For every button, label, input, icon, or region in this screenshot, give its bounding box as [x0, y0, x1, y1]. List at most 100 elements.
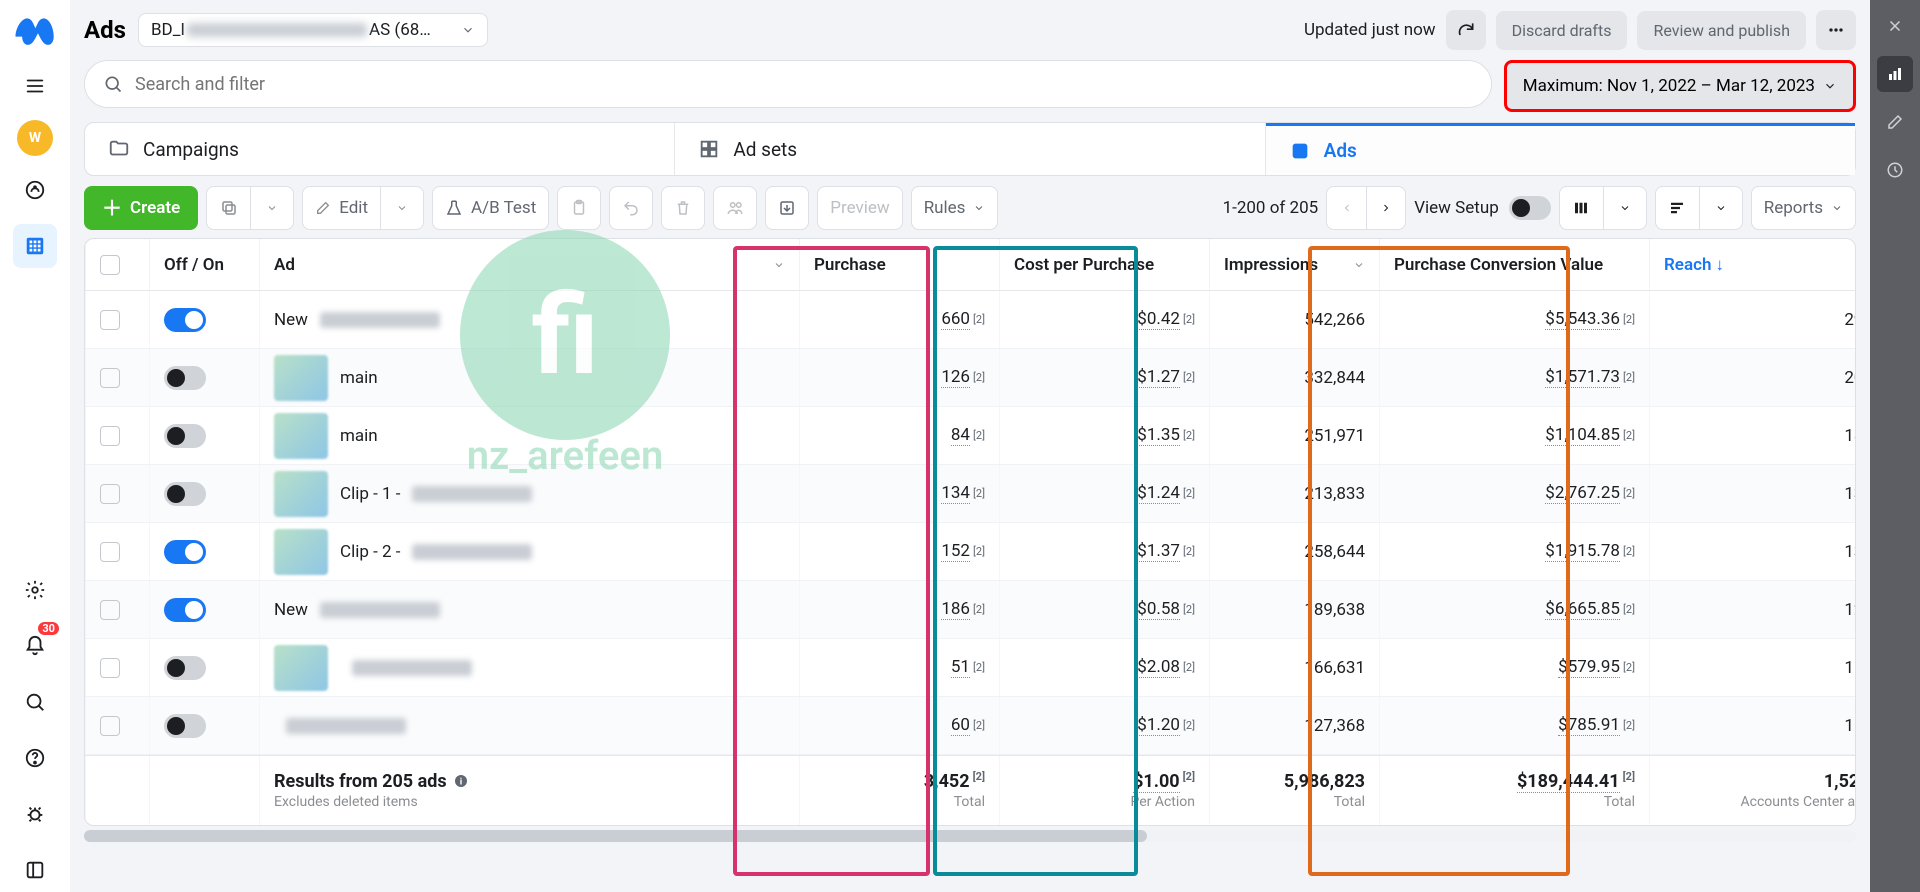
row-checkbox[interactable]	[100, 310, 120, 330]
row-toggle[interactable]	[164, 424, 206, 448]
reports-button[interactable]: Reports	[1751, 186, 1856, 230]
cpp-cell: $0.42[2]	[999, 291, 1209, 348]
footer-impr: 5,986,823Total	[1209, 756, 1379, 825]
more-menu-button[interactable]	[1816, 10, 1856, 50]
tab-ads[interactable]: Ads	[1266, 123, 1855, 175]
account-selector[interactable]: BD_I AS (68…	[138, 13, 488, 47]
ad-name-cell[interactable]: New	[274, 600, 440, 620]
row-toggle[interactable]	[164, 598, 206, 622]
ad-name-cell[interactable]	[274, 718, 406, 734]
rules-button[interactable]: Rules	[911, 186, 999, 230]
edit-panel-icon[interactable]	[1877, 104, 1913, 140]
search-nav-icon[interactable]	[13, 680, 57, 724]
ad-name-cell[interactable]: main	[274, 413, 378, 459]
pcv-cell: $1,104.85[2]	[1379, 407, 1649, 464]
col-impressions[interactable]: Impressions	[1209, 239, 1379, 290]
columns-button[interactable]	[1559, 186, 1603, 230]
ad-name-cell[interactable]	[274, 645, 472, 691]
table-row[interactable]: New660[2]$0.42[2]542,266$5,543.36[2]297,…	[85, 291, 1855, 349]
delete-button[interactable]	[661, 186, 705, 230]
table-row[interactable]: Clip - 1 - 134[2]$1.24[2]213,833$2,767.2…	[85, 465, 1855, 523]
refresh-button[interactable]	[1446, 10, 1486, 50]
preview-button[interactable]: Preview	[817, 186, 902, 230]
row-toggle[interactable]	[164, 540, 206, 564]
col-offon[interactable]: Off / On	[149, 239, 259, 290]
table-row[interactable]: 51[2]$2.08[2]166,631$579.95[2]113,659	[85, 639, 1855, 697]
undo-button[interactable]	[609, 186, 653, 230]
duplicate-dropdown[interactable]	[250, 186, 294, 230]
row-toggle[interactable]	[164, 308, 206, 332]
col-reach[interactable]: Reach↓	[1649, 239, 1856, 290]
meta-logo[interactable]	[14, 10, 56, 52]
close-panel-icon[interactable]	[1877, 8, 1913, 44]
table-row[interactable]: main84[2]$1.35[2]251,971$1,104.85[2]185,…	[85, 407, 1855, 465]
hamburger-menu-icon[interactable]	[13, 64, 57, 108]
gauge-icon[interactable]	[13, 168, 57, 212]
tab-adsets[interactable]: Ad sets	[675, 123, 1265, 175]
ad-name-cell[interactable]: main	[274, 355, 378, 401]
pager-prev[interactable]	[1326, 186, 1366, 230]
row-checkbox[interactable]	[100, 542, 120, 562]
avatar-badge[interactable]: W	[17, 120, 53, 156]
row-toggle[interactable]	[164, 656, 206, 680]
ad-name-cell[interactable]: Clip - 2 -	[274, 529, 532, 575]
horizontal-scrollbar[interactable]	[84, 830, 1856, 842]
gear-icon[interactable]	[13, 568, 57, 612]
collab-button[interactable]	[713, 186, 757, 230]
create-button[interactable]: ＋Create	[84, 186, 198, 230]
col-cpp[interactable]: Cost per Purchase	[999, 239, 1209, 290]
tab-campaigns[interactable]: Campaigns	[85, 123, 675, 175]
checkbox[interactable]	[100, 255, 120, 275]
breakdown-dropdown[interactable]	[1699, 186, 1743, 230]
export-button[interactable]	[765, 186, 809, 230]
ad-name-cell[interactable]: Clip - 1 -	[274, 471, 532, 517]
breakdown-button[interactable]	[1655, 186, 1699, 230]
search-input[interactable]	[135, 74, 1473, 95]
clipboard-button[interactable]	[557, 186, 601, 230]
chart-panel-icon[interactable]	[1877, 56, 1913, 92]
row-checkbox[interactable]	[100, 716, 120, 736]
main-area: Ads BD_I AS (68… Updated just now Discar…	[70, 0, 1870, 892]
history-panel-icon[interactable]	[1877, 152, 1913, 188]
grid-icon	[697, 137, 721, 161]
row-checkbox[interactable]	[100, 600, 120, 620]
columns-dropdown[interactable]	[1603, 186, 1647, 230]
row-checkbox[interactable]	[100, 426, 120, 446]
purchase-cell: 84[2]	[799, 407, 999, 464]
row-toggle[interactable]	[164, 482, 206, 506]
row-checkbox[interactable]	[100, 368, 120, 388]
col-ad[interactable]: Ad	[259, 239, 799, 290]
col-pcv[interactable]: Purchase Conversion Value	[1379, 239, 1649, 290]
col-purchase[interactable]: Purchase	[799, 239, 999, 290]
duplicate-button[interactable]	[206, 186, 250, 230]
footer-summary: Results from 205 adsi Excludes deleted i…	[259, 756, 799, 825]
table-row[interactable]: Clip - 2 - 152[2]$1.37[2]258,644$1,915.7…	[85, 523, 1855, 581]
bug-icon[interactable]	[13, 792, 57, 836]
discard-drafts-button[interactable]: Discard drafts	[1496, 11, 1628, 50]
switch-icon[interactable]	[1509, 196, 1551, 220]
search-box[interactable]	[84, 60, 1492, 108]
view-setup-toggle[interactable]: View Setup	[1414, 196, 1551, 220]
date-range-selector[interactable]: Maximum: Nov 1, 2022 – Mar 12, 2023	[1504, 60, 1856, 112]
ab-test-button[interactable]: A/B Test	[432, 186, 549, 230]
review-publish-button[interactable]: Review and publish	[1637, 11, 1806, 50]
bell-icon[interactable]: 30	[13, 624, 57, 668]
help-icon[interactable]	[13, 736, 57, 780]
row-toggle[interactable]	[164, 714, 206, 738]
edit-dropdown[interactable]	[380, 186, 424, 230]
pcv-cell: $5,543.36[2]	[1379, 291, 1649, 348]
ad-name-cell[interactable]: New	[274, 310, 440, 330]
ad-name: New	[274, 600, 308, 620]
table-row[interactable]: New186[2]$0.58[2]189,638$6,665.85[2]126,…	[85, 581, 1855, 639]
edit-button[interactable]: Edit	[302, 186, 380, 230]
table-row[interactable]: 60[2]$1.20[2]127,368$785.91[2]111,874	[85, 697, 1855, 755]
table-row[interactable]: main126[2]$1.27[2]332,844$1,571.73[2]203…	[85, 349, 1855, 407]
panel-icon[interactable]	[13, 848, 57, 892]
pcv-cell: $785.91[2]	[1379, 697, 1649, 754]
row-checkbox[interactable]	[100, 484, 120, 504]
col-checkbox[interactable]	[85, 239, 149, 290]
ads-grid-icon[interactable]	[13, 224, 57, 268]
pager-next[interactable]	[1366, 186, 1406, 230]
row-toggle[interactable]	[164, 366, 206, 390]
row-checkbox[interactable]	[100, 658, 120, 678]
